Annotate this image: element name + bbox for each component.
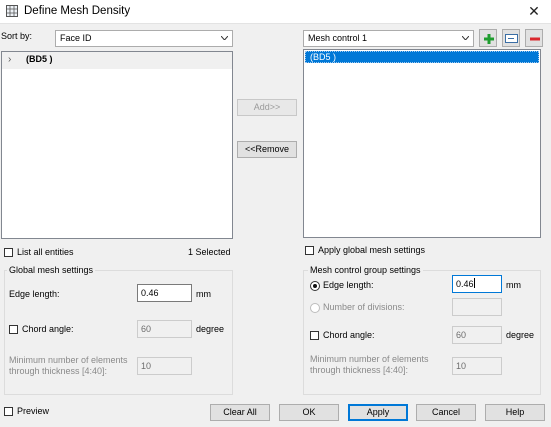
add-control-button[interactable]: [479, 29, 497, 47]
mesh-control-value: Mesh control 1: [308, 33, 368, 43]
chord-angle-checkbox[interactable]: [9, 325, 18, 334]
control-entity-list[interactable]: (BD5 ): [303, 49, 541, 238]
right-min-elements-input[interactable]: 10: [452, 357, 502, 375]
num-divisions-input[interactable]: [452, 298, 502, 316]
rename-control-button[interactable]: [502, 29, 520, 47]
sort-by-value: Face ID: [60, 33, 92, 43]
tree-item-label: (BD5 ): [26, 54, 53, 64]
edge-length-label: Edge length:: [9, 289, 60, 299]
num-divisions-label: Number of divisions:: [323, 302, 405, 312]
right-min-elements-label: Minimum number of elements through thick…: [310, 354, 429, 376]
minus-icon: [530, 37, 540, 41]
list-item[interactable]: (BD5 ): [305, 51, 539, 63]
min-elements-label-line1: Minimum number of elements: [9, 355, 128, 365]
entity-tree[interactable]: › (BD5 ): [1, 51, 233, 239]
ok-button[interactable]: OK: [279, 404, 339, 421]
app-mesh-icon: [6, 5, 18, 17]
edge-length-unit: mm: [196, 289, 211, 299]
sort-by-select[interactable]: Face ID: [55, 30, 233, 47]
mesh-control-group-title: Mesh control group settings: [308, 265, 423, 275]
right-min-elements-label-line1: Minimum number of elements: [310, 354, 429, 364]
right-chord-angle-unit: degree: [506, 330, 535, 340]
apply-button[interactable]: Apply: [348, 404, 408, 421]
chevron-down-icon: [221, 36, 228, 40]
edge-length-input[interactable]: 0.46: [137, 284, 192, 302]
min-elements-label: Minimum number of elements through thick…: [9, 355, 128, 377]
preview-label: Preview: [17, 406, 50, 416]
right-edge-length-value: 0.46: [456, 279, 474, 289]
apply-global-label: Apply global mesh settings: [318, 245, 426, 255]
sort-by-label: Sort by:: [1, 31, 33, 41]
right-chord-angle-label: Chord angle:: [323, 330, 375, 340]
close-icon[interactable]: ✕: [520, 1, 548, 21]
plus-icon: [484, 34, 494, 44]
clear-all-button[interactable]: Clear All: [210, 404, 270, 421]
tree-item[interactable]: › (BD5 ): [2, 52, 232, 69]
right-edge-length-unit: mm: [506, 280, 521, 290]
expand-icon[interactable]: ›: [8, 54, 11, 65]
apply-global-checkbox[interactable]: [305, 246, 314, 255]
help-button[interactable]: Help: [485, 404, 545, 421]
num-divisions-radio[interactable]: [310, 303, 320, 313]
preview-checkbox[interactable]: [4, 407, 13, 416]
chevron-down-icon: [462, 36, 469, 40]
right-chord-angle-input[interactable]: 60: [452, 326, 502, 344]
window-title: Define Mesh Density: [24, 5, 131, 17]
right-chord-angle-checkbox[interactable]: [310, 331, 319, 340]
remove-button[interactable]: <<Remove: [237, 141, 297, 158]
add-button[interactable]: Add>>: [237, 99, 297, 116]
right-min-elements-label-line2: through thickness [4:40]:: [310, 365, 409, 375]
chord-angle-label: Chord angle:: [22, 324, 74, 334]
edge-length-radio[interactable]: [310, 281, 320, 291]
right-edge-length-label: Edge length:: [323, 280, 374, 290]
list-all-label: List all entities: [17, 247, 74, 257]
delete-control-button[interactable]: [525, 29, 543, 47]
edit-label-icon: [505, 34, 518, 43]
right-edge-length-input[interactable]: 0.46: [452, 275, 502, 293]
mesh-control-select[interactable]: Mesh control 1: [303, 30, 474, 47]
chord-angle-input[interactable]: 60: [137, 320, 192, 338]
title-bar: Define Mesh Density ✕: [0, 0, 551, 24]
selected-count: 1 Selected: [188, 247, 231, 257]
min-elements-input[interactable]: 10: [137, 357, 192, 375]
chord-angle-unit: degree: [196, 324, 225, 334]
cancel-button[interactable]: Cancel: [416, 404, 476, 421]
global-mesh-group-title: Global mesh settings: [7, 265, 96, 275]
list-all-checkbox[interactable]: [4, 248, 13, 257]
min-elements-label-line2: through thickness [4:40]:: [9, 366, 108, 376]
text-caret: [473, 278, 475, 288]
